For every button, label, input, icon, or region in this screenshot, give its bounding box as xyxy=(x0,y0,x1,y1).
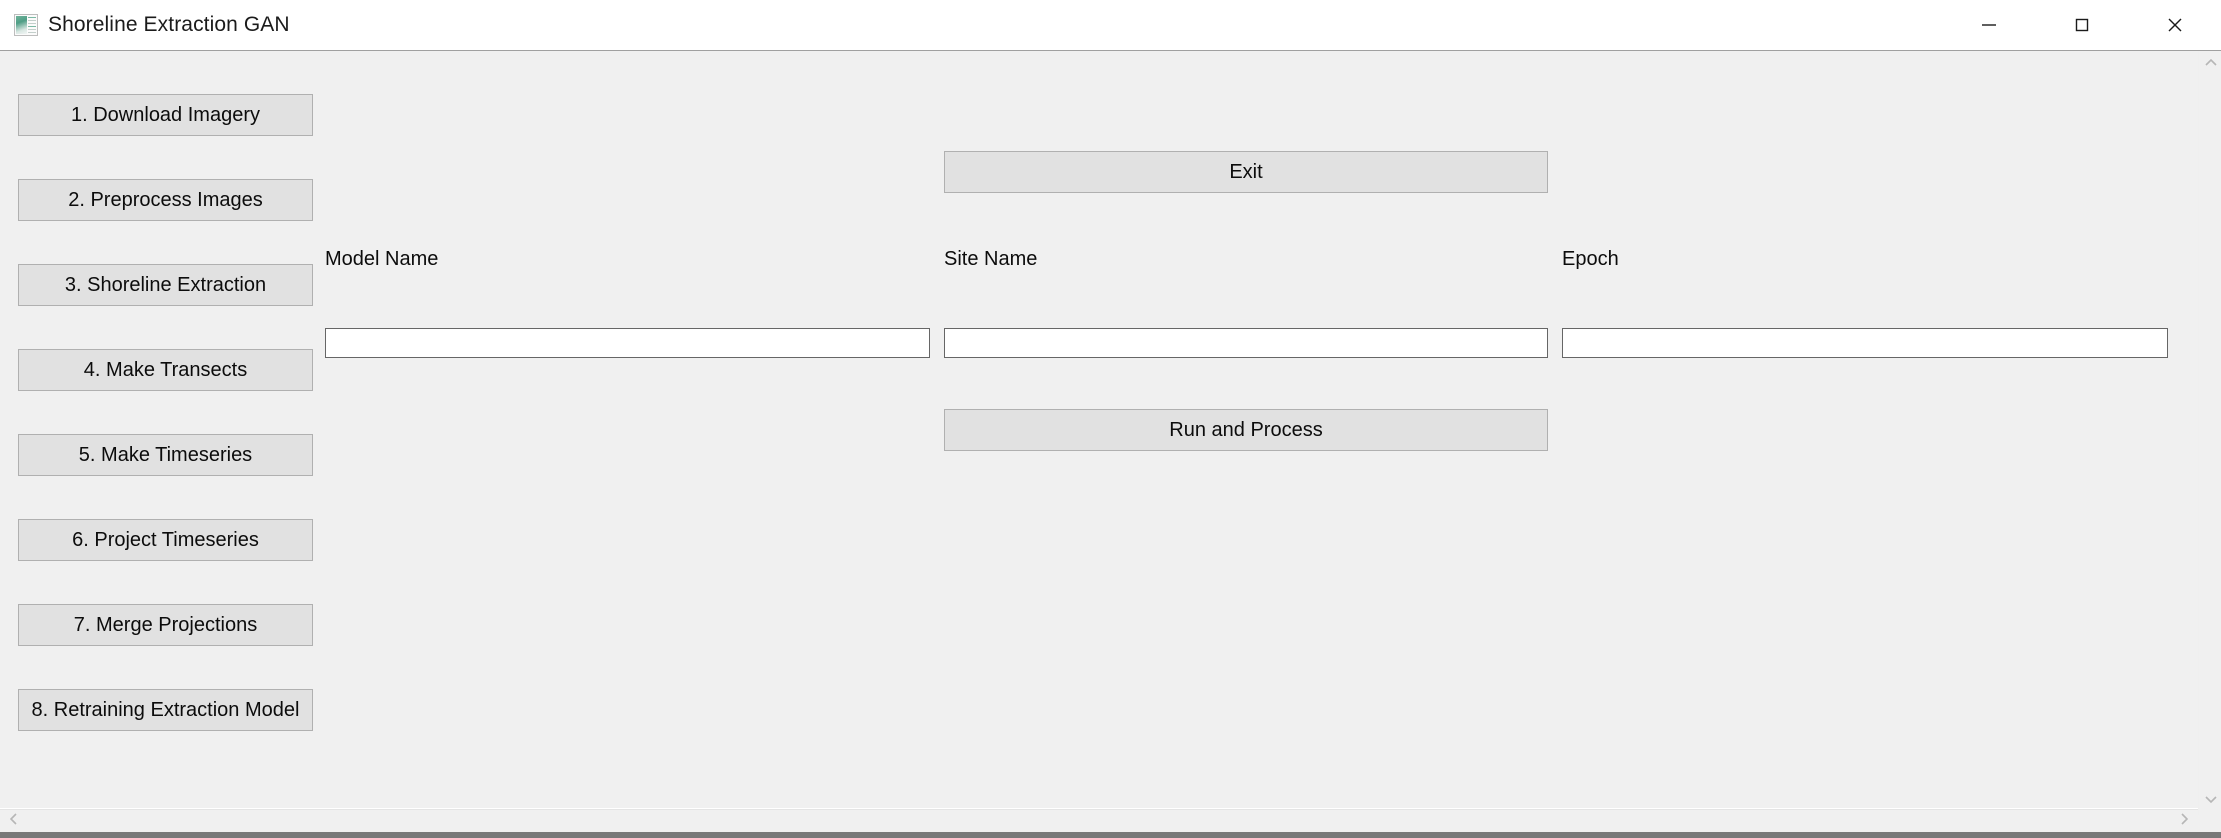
sidebar-item-make-transects[interactable]: 4. Make Transects xyxy=(18,349,313,391)
site-name-input[interactable] xyxy=(944,328,1548,358)
run-and-process-button[interactable]: Run and Process xyxy=(944,409,1548,451)
title-bar-left: Shoreline Extraction GAN xyxy=(14,0,290,50)
exit-button[interactable]: Exit xyxy=(944,151,1548,193)
sidebar-item-make-timeseries[interactable]: 5. Make Timeseries xyxy=(18,434,313,476)
title-bar: Shoreline Extraction GAN xyxy=(0,0,2221,51)
vertical-scrollbar[interactable] xyxy=(2198,51,2221,815)
sidebar-item-preprocess-images[interactable]: 2. Preprocess Images xyxy=(18,179,313,221)
minimize-icon xyxy=(1978,14,2000,36)
epoch-input[interactable] xyxy=(1562,328,2168,358)
scroll-right-button[interactable] xyxy=(2172,810,2196,833)
sidebar-item-project-timeseries[interactable]: 6. Project Timeseries xyxy=(18,519,313,561)
scroll-up-button[interactable] xyxy=(2199,53,2221,77)
chevron-left-icon xyxy=(7,812,21,831)
scroll-down-button[interactable] xyxy=(2199,789,2221,813)
chevron-right-icon xyxy=(2177,812,2191,831)
model-name-input[interactable] xyxy=(325,328,930,358)
model-name-label: Model Name xyxy=(325,248,439,270)
window-bottom-edge xyxy=(0,832,2221,838)
sidebar-item-retraining-extraction-model[interactable]: 8. Retraining Extraction Model xyxy=(18,689,313,731)
site-name-label: Site Name xyxy=(944,248,1038,270)
application-window: Shoreline Extraction GAN 1. Download Ima… xyxy=(0,0,2221,838)
vertical-scroll-track[interactable] xyxy=(2199,77,2221,789)
window-controls xyxy=(1942,0,2221,50)
close-button[interactable] xyxy=(2128,0,2221,50)
sidebar-item-download-imagery[interactable]: 1. Download Imagery xyxy=(18,94,313,136)
content-area: 1. Download Imagery 2. Preprocess Images… xyxy=(0,51,2221,838)
minimize-button[interactable] xyxy=(1942,0,2035,50)
sidebar-item-merge-projections[interactable]: 7. Merge Projections xyxy=(18,604,313,646)
epoch-label: Epoch xyxy=(1562,248,1619,270)
maximize-icon xyxy=(2071,14,2093,36)
scroll-left-button[interactable] xyxy=(2,810,26,833)
app-thumbnail-icon xyxy=(14,14,38,36)
spacer-top xyxy=(18,51,313,94)
chevron-up-icon xyxy=(2204,56,2218,75)
close-icon xyxy=(2164,14,2186,36)
maximize-button[interactable] xyxy=(2035,0,2128,50)
horizontal-scrollbar[interactable] xyxy=(0,809,2198,832)
sidebar-item-shoreline-extraction[interactable]: 3. Shoreline Extraction xyxy=(18,264,313,306)
workflow-step-sidebar: 1. Download Imagery 2. Preprocess Images… xyxy=(18,51,313,731)
window-title: Shoreline Extraction GAN xyxy=(48,13,290,36)
chevron-down-icon xyxy=(2204,792,2218,811)
